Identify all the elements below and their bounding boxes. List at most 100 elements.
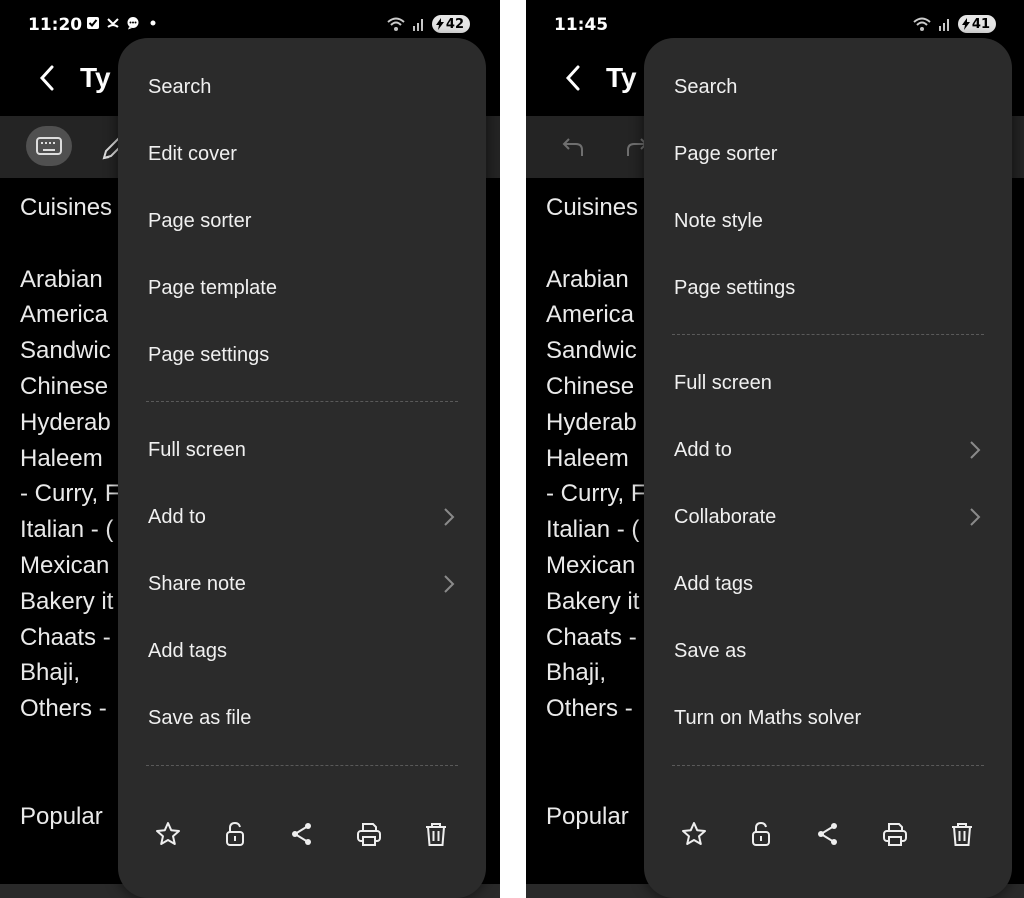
- menu-item-label: Collaborate: [674, 505, 777, 528]
- trash-icon: [952, 823, 973, 846]
- print-button[interactable]: [354, 819, 384, 849]
- signal-icon: [412, 19, 423, 31]
- delete-button[interactable]: [947, 819, 977, 849]
- note-text-line: Chaats -: [20, 623, 111, 651]
- favorite-button[interactable]: [679, 819, 709, 849]
- menu-divider: [672, 765, 984, 766]
- battery-level: 42: [445, 16, 464, 32]
- note-text-line: Arabian: [20, 265, 103, 293]
- menu-item-label: Add tags: [674, 572, 753, 595]
- share-button[interactable]: [813, 819, 843, 849]
- menu-item-full-screen[interactable]: Full screen: [674, 356, 982, 410]
- menu-item-label: Page template: [148, 276, 277, 299]
- note-text-line: America: [546, 301, 635, 329]
- note-title: Ty: [606, 62, 637, 93]
- menu-item-page-template[interactable]: Page template: [148, 261, 456, 315]
- chevron-right-icon: [444, 575, 455, 593]
- wifi-icon: [387, 17, 405, 31]
- phone-screen-right: 11:45 41 Ty Cuisines Arabian America Sandwi…: [526, 0, 1024, 898]
- unlock-icon: [751, 821, 770, 846]
- note-text-line: - Curry, F: [546, 480, 646, 508]
- charging-icon: [961, 18, 970, 30]
- share-button[interactable]: [287, 819, 317, 849]
- menu-item-label: Page sorter: [148, 209, 252, 232]
- trash-icon: [426, 823, 447, 846]
- status-time: 11:45: [554, 15, 609, 35]
- menu-item-label: Full screen: [148, 438, 246, 461]
- note-text-line: Popular: [546, 802, 629, 830]
- menu-item-page-sorter[interactable]: Page sorter: [148, 194, 456, 248]
- note-text-line: Popular: [20, 802, 103, 830]
- menu-item-label: Page sorter: [674, 142, 778, 165]
- unlock-icon: [225, 821, 244, 846]
- more-options-menu: Search Edit cover Page sorter Page templ…: [118, 38, 486, 898]
- menu-item-label: Search: [148, 75, 212, 98]
- back-arrow-icon[interactable]: [34, 62, 62, 94]
- undo-icon[interactable]: [560, 134, 586, 160]
- charging-icon: [435, 18, 444, 30]
- menu-item-add-to[interactable]: Add to: [674, 423, 982, 477]
- status-right-icons: 41: [912, 15, 996, 33]
- menu-item-maths-solver[interactable]: Turn on Maths solver: [674, 691, 982, 745]
- menu-divider: [146, 765, 458, 766]
- menu-item-note-style[interactable]: Note style: [674, 194, 982, 248]
- menu-item-save-as[interactable]: Save as: [674, 624, 982, 678]
- menu-item-page-settings[interactable]: Page settings: [674, 261, 982, 315]
- status-right-icons: 42: [386, 15, 470, 33]
- menu-item-label: Add to: [674, 438, 732, 461]
- menu-item-collaborate[interactable]: Collaborate: [674, 490, 982, 544]
- note-text-line: Haleem: [20, 444, 103, 472]
- menu-item-page-sorter[interactable]: Page sorter: [674, 127, 982, 181]
- menu-item-add-to[interactable]: Add to: [148, 490, 456, 544]
- delete-button[interactable]: [421, 819, 451, 849]
- signal-icon: [938, 19, 949, 31]
- lock-button[interactable]: [220, 819, 250, 849]
- menu-item-label: Page settings: [674, 276, 796, 299]
- chevron-right-icon: [970, 508, 981, 526]
- star-icon: [155, 822, 180, 845]
- note-text-line: Bakery it: [20, 587, 114, 615]
- note-title: Ty: [80, 62, 111, 93]
- note-text-line: Bhaji,: [546, 659, 607, 687]
- menu-item-label: Turn on Maths solver: [674, 706, 862, 729]
- menu-item-share-note[interactable]: Share note: [148, 557, 456, 611]
- wifi-icon: [913, 17, 931, 31]
- note-text-line: Arabian: [546, 265, 629, 293]
- menu-item-save-as-file[interactable]: Save as file: [148, 691, 456, 745]
- note-text-line: Italian - (: [20, 516, 114, 544]
- note-text-line: Chaats -: [546, 623, 637, 651]
- keyboard-mode-button[interactable]: [26, 126, 72, 166]
- battery-level: 41: [971, 16, 990, 32]
- menu-item-label: Page settings: [148, 343, 270, 366]
- note-text-line: Mexican: [20, 552, 110, 579]
- chevron-right-icon: [970, 441, 981, 459]
- menu-item-search[interactable]: Search: [674, 60, 982, 114]
- back-arrow-icon[interactable]: [560, 62, 588, 94]
- share-icon: [817, 823, 837, 845]
- missed-call-icon: [107, 18, 119, 28]
- phone-screen-left: 11:20 42 Ty Cuisines Arabian America Sandwi…: [0, 0, 500, 898]
- favorite-button[interactable]: [153, 819, 183, 849]
- more-options-menu: Search Page sorter Note style Page setti…: [644, 38, 1012, 898]
- menu-divider: [672, 334, 984, 335]
- menu-item-add-tags[interactable]: Add tags: [148, 624, 456, 678]
- menu-item-page-settings[interactable]: Page settings: [148, 328, 456, 382]
- note-text-line: America: [20, 301, 109, 329]
- note-text-line: Italian - (: [546, 516, 640, 544]
- note-text-line: Haleem: [546, 444, 629, 472]
- note-text-line: Cuisines: [20, 194, 113, 221]
- menu-action-bar: [134, 812, 470, 856]
- menu-item-full-screen[interactable]: Full screen: [148, 423, 456, 477]
- note-text-line: Chinese: [20, 373, 109, 400]
- menu-item-add-tags[interactable]: Add tags: [674, 557, 982, 611]
- menu-item-label: Add to: [148, 505, 206, 528]
- note-text-line: Chinese: [546, 373, 635, 400]
- print-icon: [883, 823, 908, 846]
- menu-item-search[interactable]: Search: [148, 60, 456, 114]
- note-text-line: Sandwic: [20, 337, 111, 365]
- lock-button[interactable]: [746, 819, 776, 849]
- note-text-line: Cuisines: [546, 194, 639, 221]
- print-button[interactable]: [880, 819, 910, 849]
- menu-item-edit-cover[interactable]: Edit cover: [148, 127, 456, 181]
- battery-indicator: 41: [957, 15, 996, 33]
